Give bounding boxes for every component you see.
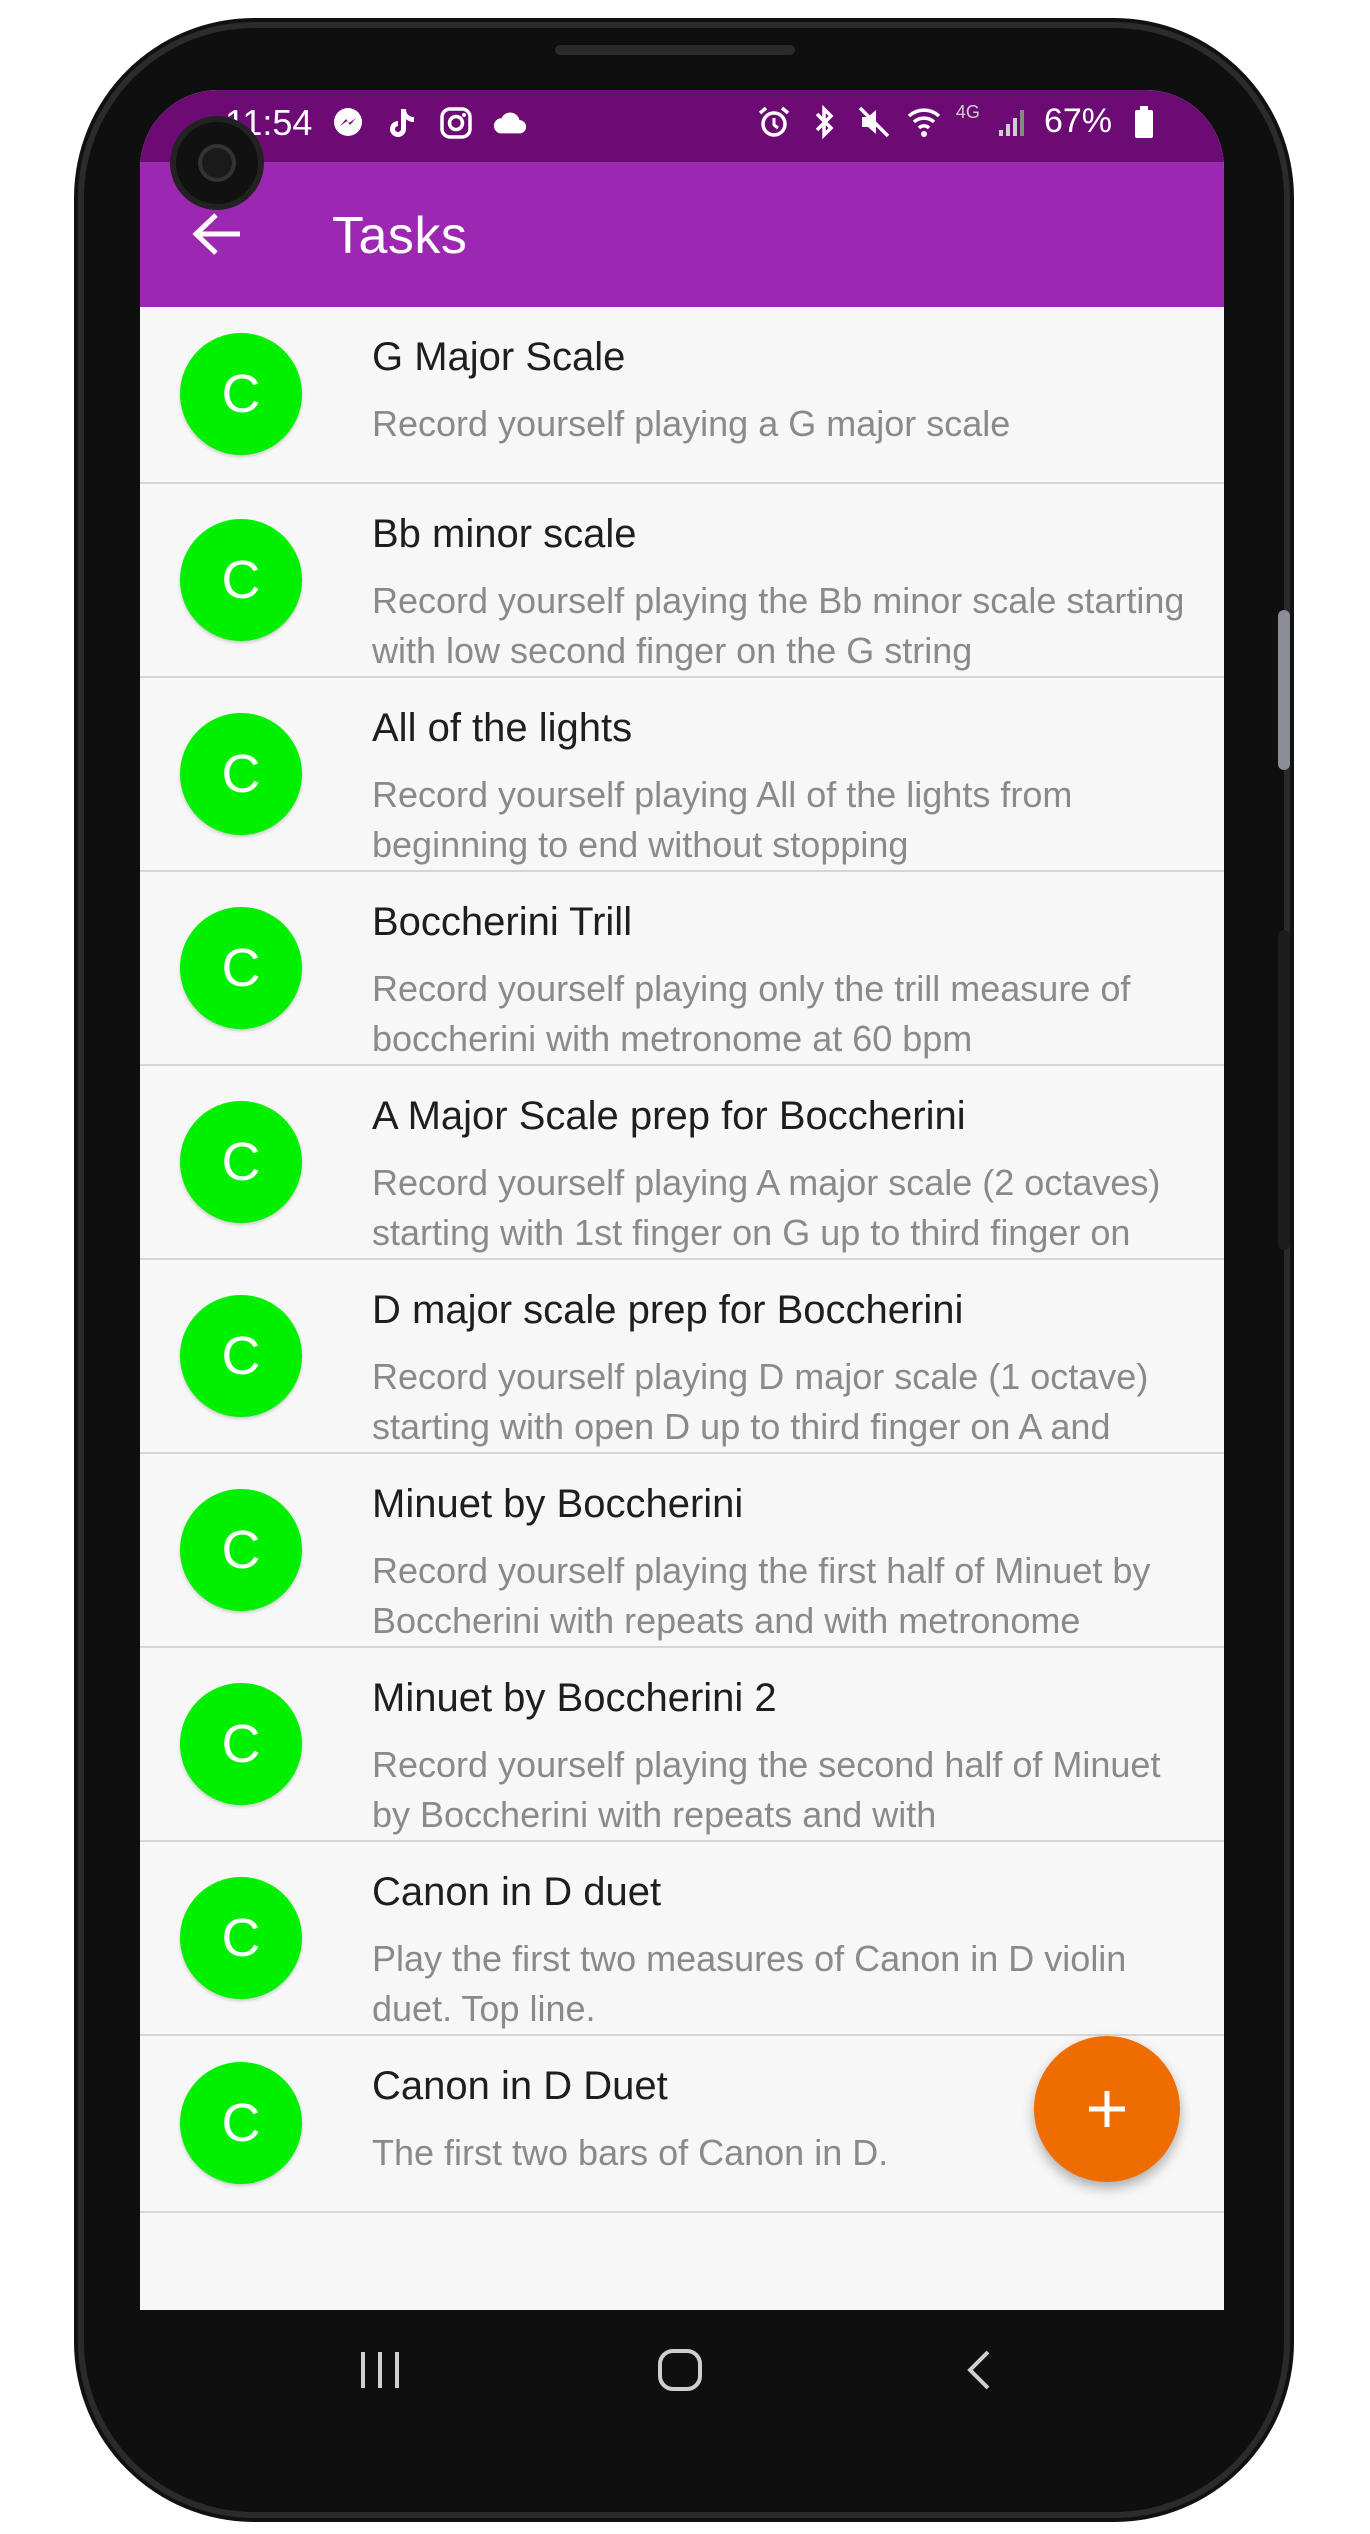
task-description: Record yourself playing the Bb minor sca… — [372, 580, 1185, 671]
arrow-back-icon — [192, 213, 240, 255]
task-title: Canon in D Duet — [372, 2064, 668, 2108]
task-avatar: C — [180, 333, 302, 455]
alarm-icon — [756, 104, 792, 140]
home-button[interactable] — [640, 2340, 720, 2400]
task-avatar: C — [180, 1489, 302, 1611]
status-right-group: 4G 67% — [756, 102, 1162, 141]
task-row[interactable]: C A Major Scale prep for Boccherini Reco… — [140, 1066, 1224, 1260]
task-row[interactable]: C Canon in D duet Play the first two mea… — [140, 1842, 1224, 2036]
task-title: Bb minor scale — [372, 512, 637, 556]
back-button[interactable] — [186, 202, 250, 266]
task-description: Record yourself playing D major scale (1… — [372, 1356, 1149, 1447]
task-description: Record yourself playing A major scale (2… — [372, 1162, 1161, 1253]
back-icon — [967, 2350, 990, 2390]
task-title: A Major Scale prep for Boccherini — [372, 1094, 966, 1138]
task-row[interactable]: C G Major Scale Record yourself playing … — [140, 307, 1224, 484]
network-type: 4G — [955, 102, 980, 122]
task-avatar: C — [180, 1101, 302, 1223]
task-title: All of the lights — [372, 706, 633, 750]
volume-button — [1278, 610, 1290, 770]
earpiece-speaker — [555, 45, 795, 55]
tiktok-icon — [384, 105, 420, 141]
status-bar: 11:54 4G 67% — [140, 90, 1224, 162]
task-avatar: C — [180, 1295, 302, 1417]
cloud-icon — [492, 105, 528, 141]
task-row[interactable]: C Minuet by Boccherini 2 Record yourself… — [140, 1648, 1224, 1842]
task-description: Play the first two measures of Canon in … — [372, 1938, 1127, 2029]
task-title: Canon in D duet — [372, 1870, 662, 1914]
task-title: D major scale prep for Boccherini — [372, 1288, 964, 1332]
task-row[interactable]: C D major scale prep for Boccherini Reco… — [140, 1260, 1224, 1454]
task-description: Record yourself playing the first half o… — [372, 1550, 1151, 1641]
instagram-icon — [438, 105, 474, 141]
home-icon — [658, 2349, 702, 2391]
task-row[interactable]: C Minuet by Boccherini Record yourself p… — [140, 1454, 1224, 1648]
task-title: Minuet by Boccherini — [372, 1482, 744, 1526]
task-avatar: C — [180, 1877, 302, 1999]
power-button — [1278, 930, 1290, 1250]
task-avatar: C — [180, 907, 302, 1029]
nav-back-button[interactable] — [940, 2340, 1020, 2400]
task-description: Record yourself playing All of the light… — [372, 774, 1073, 865]
add-task-button[interactable] — [1034, 2036, 1180, 2182]
task-title: G Major Scale — [372, 335, 626, 379]
app-bar: Tasks — [140, 162, 1224, 307]
task-description: Record yourself playing a G major scale — [372, 403, 1011, 444]
task-row[interactable]: C Bb minor scale Record yourself playing… — [140, 484, 1224, 678]
task-title: Minuet by Boccherini 2 — [372, 1676, 777, 1720]
bluetooth-icon — [806, 104, 842, 140]
recent-apps-icon — [361, 2352, 399, 2388]
system-nav-bar — [140, 2310, 1224, 2430]
task-title: Boccherini Trill — [372, 900, 633, 944]
task-list: C G Major Scale Record yourself playing … — [140, 307, 1224, 2213]
phone-screen: 11:54 4G 67% Tasks C G Major Scale Recor… — [140, 90, 1224, 2430]
battery-icon — [1126, 104, 1162, 140]
task-avatar: C — [180, 519, 302, 641]
task-description: Record yourself playing only the trill m… — [372, 968, 1131, 1059]
task-row[interactable]: C All of the lights Record yourself play… — [140, 678, 1224, 872]
signal-icon — [994, 104, 1030, 140]
mute-icon — [856, 104, 892, 140]
task-avatar: C — [180, 713, 302, 835]
recent-apps-button[interactable] — [340, 2340, 420, 2400]
add-icon — [1089, 2091, 1125, 2127]
messenger-icon — [330, 105, 366, 141]
task-avatar: C — [180, 2062, 302, 2184]
task-description: Record yourself playing the second half … — [372, 1744, 1161, 1835]
page-title: Tasks — [332, 207, 468, 265]
wifi-icon — [906, 104, 942, 140]
battery-percent: 67% — [1043, 102, 1112, 140]
task-row[interactable]: C Boccherini Trill Record yourself playi… — [140, 872, 1224, 1066]
front-camera — [176, 122, 258, 204]
task-avatar: C — [180, 1683, 302, 1805]
